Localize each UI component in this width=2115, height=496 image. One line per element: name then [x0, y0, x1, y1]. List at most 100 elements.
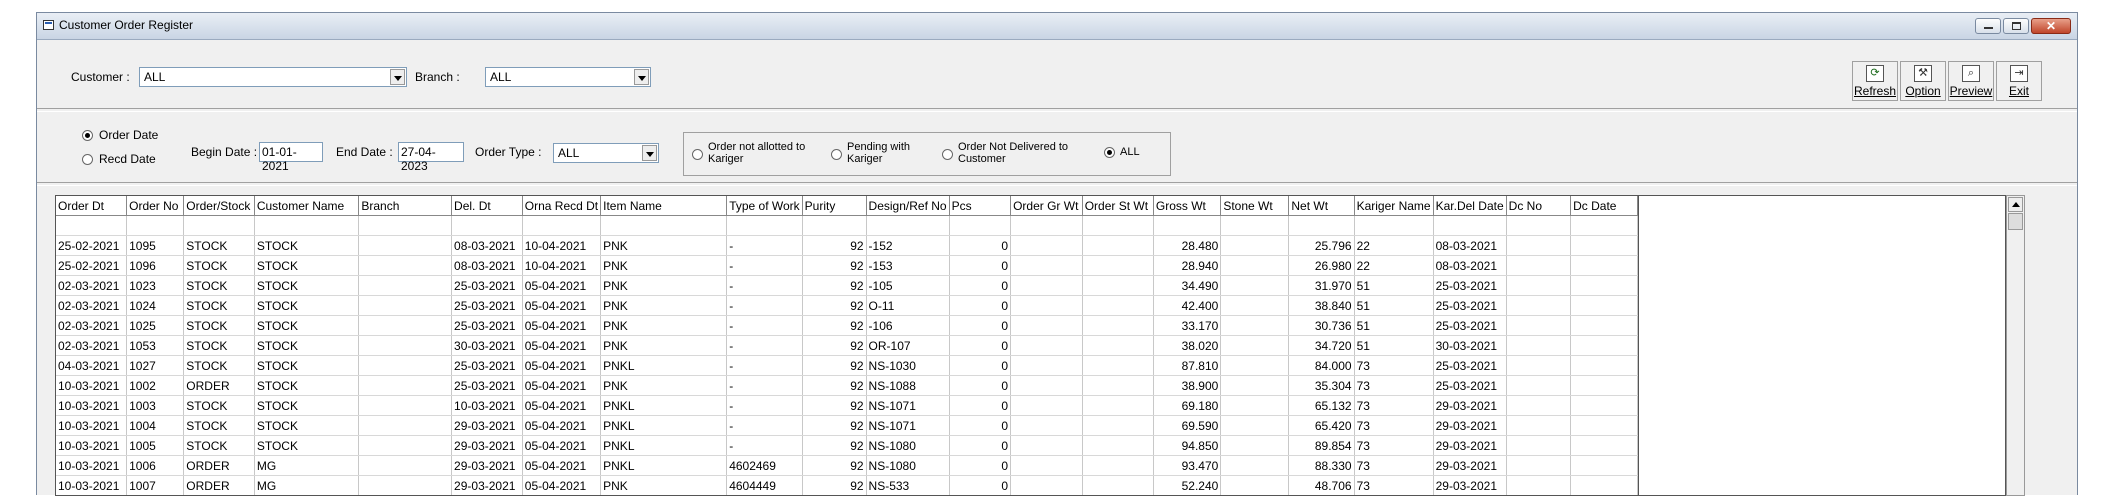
- table-cell: [1570, 475, 1638, 495]
- scroll-up-icon[interactable]: [2008, 197, 2023, 212]
- table-cell: [1220, 295, 1290, 316]
- customer-label: Customer :: [71, 70, 130, 84]
- pending-radio[interactable]: [831, 149, 842, 160]
- column-header[interactable]: Dc Date: [1570, 196, 1638, 216]
- chevron-down-icon[interactable]: [642, 145, 657, 161]
- begin-date-input[interactable]: 01-01-2021: [259, 142, 323, 173]
- table-cell: 1005: [126, 435, 185, 456]
- table-cell: 51: [1354, 315, 1434, 336]
- order-grid[interactable]: Order Dt Order No Order/Stock Customer Name…: [55, 195, 1639, 496]
- table-cell: STOCK: [254, 315, 360, 336]
- refresh-icon: ⟳: [1866, 65, 1884, 82]
- all-radio[interactable]: [1104, 147, 1115, 158]
- column-header[interactable]: Order No: [126, 196, 185, 216]
- column-header[interactable]: Customer Name: [254, 196, 360, 216]
- table-cell: PNK: [600, 375, 728, 396]
- column-header[interactable]: Del. Dt: [451, 196, 523, 216]
- table-row[interactable]: 10-03-2021 1007 ORDER MG 29-03-2021 05-04-202…: [56, 475, 1638, 495]
- table-cell: -: [726, 395, 803, 416]
- table-cell: [1570, 215, 1638, 236]
- close-button[interactable]: ✕: [2031, 18, 2071, 34]
- table-row[interactable]: 10-03-2021 1006 ORDER MG 29-03-2021 05-04-202…: [56, 455, 1638, 476]
- table-cell: [1220, 375, 1290, 396]
- table-row[interactable]: 02-03-2021 1025 STOCK STOCK 25-03-2021 05-04-…: [56, 315, 1638, 336]
- table-cell: 51: [1354, 275, 1434, 296]
- column-header[interactable]: Stone Wt: [1220, 196, 1290, 216]
- table-cell: [1506, 395, 1572, 416]
- table-row[interactable]: 10-03-2021 1003 STOCK STOCK 10-03-2021 05-04-…: [56, 395, 1638, 416]
- column-header[interactable]: Orna Recd Dt: [522, 196, 602, 216]
- column-header[interactable]: Design/Ref No: [866, 196, 950, 216]
- table-cell: [358, 255, 453, 276]
- table-cell: [1220, 335, 1290, 356]
- column-header[interactable]: Branch: [358, 196, 453, 216]
- table-cell: 69.180: [1153, 395, 1222, 416]
- table-cell: 73: [1354, 395, 1434, 416]
- column-header[interactable]: Order/Stock: [183, 196, 255, 216]
- table-cell: 92: [802, 275, 867, 296]
- table-cell: -: [726, 355, 803, 376]
- table-cell: [1220, 315, 1290, 336]
- table-row[interactable]: 02-03-2021 1023 STOCK STOCK 25-03-2021 05-04-…: [56, 275, 1638, 296]
- table-cell: [1570, 455, 1638, 476]
- chevron-down-icon[interactable]: [634, 69, 649, 85]
- table-cell: -: [726, 235, 803, 256]
- option-button[interactable]: ⚒ Option: [1900, 61, 1946, 101]
- title-bar[interactable]: Customer Order Register ✕: [37, 13, 2077, 40]
- recd-date-radio[interactable]: [82, 154, 93, 165]
- table-cell: [1082, 415, 1154, 436]
- chevron-down-icon[interactable]: [390, 69, 405, 85]
- column-header[interactable]: Type of Work: [726, 196, 803, 216]
- column-header[interactable]: Net Wt: [1288, 196, 1355, 216]
- refresh-button[interactable]: ⟳ Refresh: [1852, 61, 1898, 101]
- table-cell: [1506, 475, 1572, 495]
- end-date-input[interactable]: 27-04-2023: [398, 142, 464, 173]
- branch-select[interactable]: ALL: [485, 67, 651, 87]
- column-header[interactable]: Pcs: [949, 196, 1012, 216]
- table-cell: MG: [254, 455, 360, 476]
- order-type-select[interactable]: ALL: [553, 143, 659, 163]
- not-delivered-radio[interactable]: [942, 149, 953, 160]
- exit-button[interactable]: ⇥ Exit: [1996, 61, 2042, 101]
- customer-select[interactable]: ALL: [139, 67, 407, 87]
- table-cell: [1506, 315, 1572, 336]
- table-row[interactable]: 10-03-2021 1005 STOCK STOCK 29-03-2021 05-04-…: [56, 435, 1638, 456]
- table-row[interactable]: 10-03-2021 1004 STOCK STOCK 29-03-2021 05-04-…: [56, 415, 1638, 436]
- order-date-radio[interactable]: [82, 130, 93, 141]
- table-row[interactable]: 10-03-2021 1002 ORDER STOCK 25-03-2021 05-04-…: [56, 375, 1638, 396]
- table-cell: 52.240: [1153, 475, 1222, 495]
- table-row[interactable]: 02-03-2021 1053 STOCK STOCK 30-03-2021 05-04-…: [56, 335, 1638, 356]
- column-header[interactable]: Kar.Del Date: [1433, 196, 1507, 216]
- table-row[interactable]: 02-03-2021 1024 STOCK STOCK 25-03-2021 05-04-…: [56, 295, 1638, 316]
- table-row[interactable]: 04-03-2021 1027 STOCK STOCK 25-03-2021 05-04-…: [56, 355, 1638, 376]
- preview-button[interactable]: ⌕ Preview: [1948, 61, 1994, 101]
- table-cell: 1096: [126, 255, 185, 276]
- table-cell: [1010, 395, 1083, 416]
- exit-door-icon: ⇥: [2010, 65, 2028, 82]
- table-cell: 25-03-2021: [451, 355, 523, 376]
- maximize-button[interactable]: [2003, 18, 2029, 34]
- column-header[interactable]: Purity: [802, 196, 867, 216]
- table-cell: [949, 215, 1012, 236]
- table-cell: 35.304: [1288, 375, 1355, 396]
- vertical-scrollbar[interactable]: [2006, 195, 2025, 496]
- not-allotted-radio[interactable]: [692, 149, 703, 160]
- table-row[interactable]: 25-02-2021 1096 STOCK STOCK 08-03-2021 10-04-…: [56, 255, 1638, 276]
- minimize-button[interactable]: [1975, 18, 2001, 34]
- scroll-thumb[interactable]: [2008, 213, 2023, 230]
- column-header[interactable]: Order Dt: [56, 196, 128, 216]
- column-header[interactable]: Dc No: [1506, 196, 1572, 216]
- table-row[interactable]: 25-02-2021 1095 STOCK STOCK 08-03-2021 10-04-…: [56, 235, 1638, 256]
- table-cell: 26.980: [1288, 255, 1355, 276]
- table-cell: [358, 295, 453, 316]
- table-cell: 05-04-2021: [522, 335, 602, 356]
- column-header[interactable]: Order St Wt: [1082, 196, 1154, 216]
- table-cell: 65.132: [1288, 395, 1355, 416]
- column-header[interactable]: Kariger Name: [1354, 196, 1434, 216]
- column-header[interactable]: Gross Wt: [1153, 196, 1222, 216]
- table-cell: -: [726, 275, 803, 296]
- column-header[interactable]: Order Gr Wt: [1010, 196, 1083, 216]
- table-cell: [726, 215, 803, 236]
- table-row[interactable]: [56, 215, 1638, 236]
- column-header[interactable]: Item Name: [600, 196, 728, 216]
